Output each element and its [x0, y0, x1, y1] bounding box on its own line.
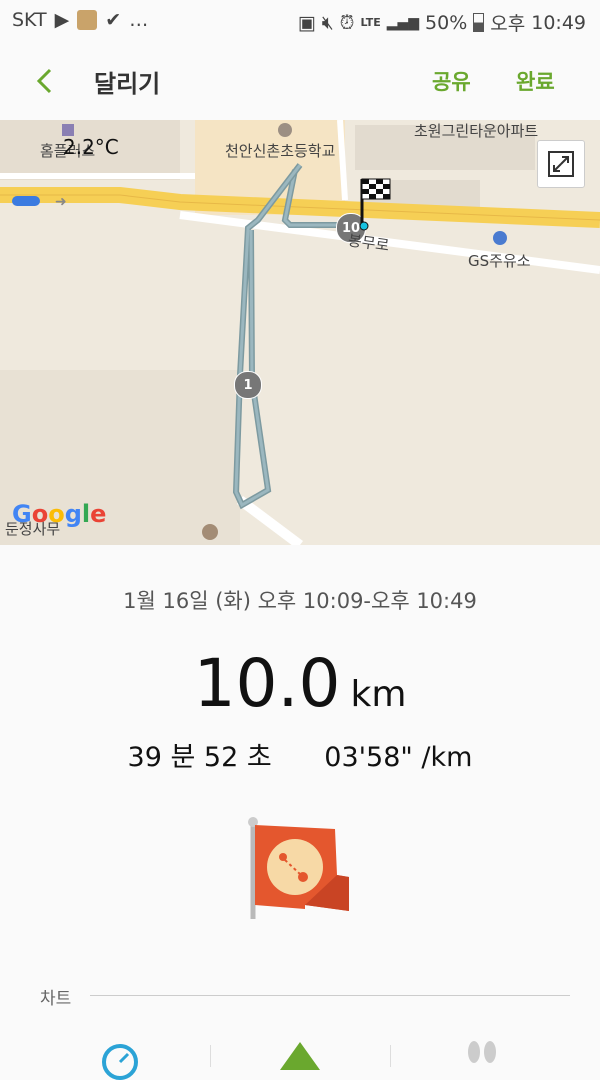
- chevron-left-icon: [36, 68, 52, 94]
- chart-tabs: [0, 1030, 600, 1080]
- play-icon: ▶: [54, 9, 70, 31]
- distance-value: 10.0: [193, 645, 341, 722]
- map-label-apt: 초원그린타운아파트: [414, 122, 539, 140]
- svg-text:➜: ➜: [55, 194, 67, 210]
- back-button[interactable]: [30, 64, 60, 98]
- km-marker-1: 1: [234, 371, 262, 399]
- office-icon: [202, 524, 218, 540]
- app-bar: 달리기 공유 완료: [0, 42, 600, 120]
- lock-icon: ▣: [297, 11, 316, 34]
- expand-icon: [548, 151, 574, 177]
- map-flag-icon: [248, 817, 349, 919]
- distance-unit: km: [350, 674, 407, 715]
- speed-chart-icon[interactable]: [98, 1040, 142, 1080]
- map-canvas: ➜: [0, 120, 600, 545]
- pace-value: 03'58" /km: [324, 742, 473, 773]
- status-time: 10:49: [531, 11, 586, 34]
- app-notification-icon: [77, 10, 98, 30]
- expand-map-button[interactable]: [537, 140, 585, 188]
- distance-display: 10.0 km: [0, 645, 600, 722]
- gas-station-icon: [493, 231, 507, 245]
- battery-icon: [473, 13, 485, 32]
- mute-icon: 🔇︎: [321, 11, 334, 34]
- carrier-label: SKT: [12, 9, 47, 31]
- workout-date-range: 1월 16일 (화) 오후 10:09-오후 10:49: [123, 589, 477, 613]
- divider: [390, 1045, 391, 1067]
- temperature-label: 2.2°C: [63, 135, 119, 159]
- status-bar: SKT ▶ ✔ … ▣ 🔇︎ ⏰︎ LTE ▂▄▆ 50% 오후 10:49: [0, 0, 600, 42]
- battery-percent: 50%: [425, 11, 468, 34]
- duration-value: 39 분 52 초: [127, 742, 272, 773]
- page-title: 달리기: [94, 70, 161, 98]
- map-label-gas: GS주유소: [468, 252, 531, 270]
- done-button[interactable]: 완료: [516, 66, 555, 96]
- status-ampm: 오후: [490, 13, 526, 35]
- divider: [210, 1045, 211, 1067]
- map-label-school: 천안신촌초등학교: [225, 142, 336, 160]
- elevation-chart-icon[interactable]: [278, 1040, 322, 1080]
- google-logo: Google: [12, 500, 107, 528]
- share-button[interactable]: 공유: [432, 66, 471, 96]
- finish-flag-icon: [359, 178, 391, 231]
- check-icon: ✔: [105, 9, 122, 31]
- alarm-icon: ⏰︎: [339, 11, 355, 34]
- steps-chart-icon[interactable]: [460, 1038, 504, 1078]
- network-label: LTE: [360, 16, 381, 29]
- workout-stats: 39 분 52 초 03'58" /km: [0, 735, 600, 774]
- more-icon: …: [129, 9, 149, 31]
- signal-icon: ▂▄▆: [386, 14, 420, 31]
- chart-section-label: 차트: [40, 989, 72, 1009]
- divider: [90, 995, 570, 996]
- school-icon: [278, 123, 292, 137]
- route-map[interactable]: ➜ 1 10 홈플러스 천안신촌초등학교 초원그린타운아파트 봉무로 GS주유소…: [0, 120, 600, 545]
